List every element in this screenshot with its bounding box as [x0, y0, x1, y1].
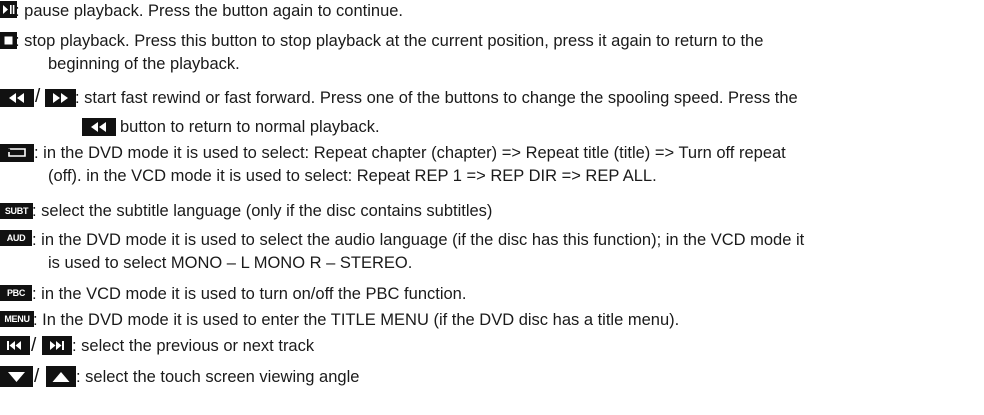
entry-text: : select the previous or next track	[72, 337, 315, 355]
entry-text-continued: (off). in the VCD mode it is used to sel…	[48, 167, 657, 185]
triangle-down-icon	[0, 366, 33, 387]
entry-text: : select the subtitle language (only if …	[32, 202, 493, 220]
fast-rewind-icon	[0, 89, 34, 107]
entry-text: : in the DVD mode it is used to select: …	[34, 144, 786, 162]
instruction-list: : pause playback. Press the button again…	[0, 0, 984, 415]
entry-text-continued: button to return to normal playback.	[120, 118, 380, 136]
entry-text: : in the VCD mode it is used to turn on/…	[32, 285, 467, 303]
subtitle-icon: SUBT	[0, 203, 33, 219]
separator-slash: /	[31, 335, 37, 356]
entry-text: : start fast rewind or fast forward. Pre…	[75, 89, 798, 107]
entry-text: : select the touch screen viewing angle	[76, 368, 360, 386]
separator-slash: /	[35, 86, 41, 107]
entry-text-continued: is used to select MONO – L MONO R – STER…	[48, 254, 413, 272]
fast-rewind-icon	[82, 118, 116, 136]
entry-text: : stop playback. Press this button to st…	[15, 32, 764, 50]
entry-text: : in the DVD mode it is used to select t…	[32, 231, 805, 249]
fast-forward-icon	[45, 89, 76, 107]
repeat-icon	[0, 144, 34, 162]
entry-text: : In the DVD mode it is used to enter th…	[33, 311, 680, 329]
menu-icon: MENU	[0, 311, 34, 327]
separator-slash: /	[34, 366, 40, 387]
next-track-icon	[42, 336, 72, 355]
triangle-up-icon	[46, 366, 76, 387]
pbc-icon: PBC	[0, 285, 32, 301]
previous-track-icon	[0, 336, 30, 355]
entry-text: : pause playback. Press the button again…	[15, 2, 404, 20]
entry-text-continued: beginning of the playback.	[48, 55, 240, 73]
audio-icon: AUD	[0, 230, 32, 246]
